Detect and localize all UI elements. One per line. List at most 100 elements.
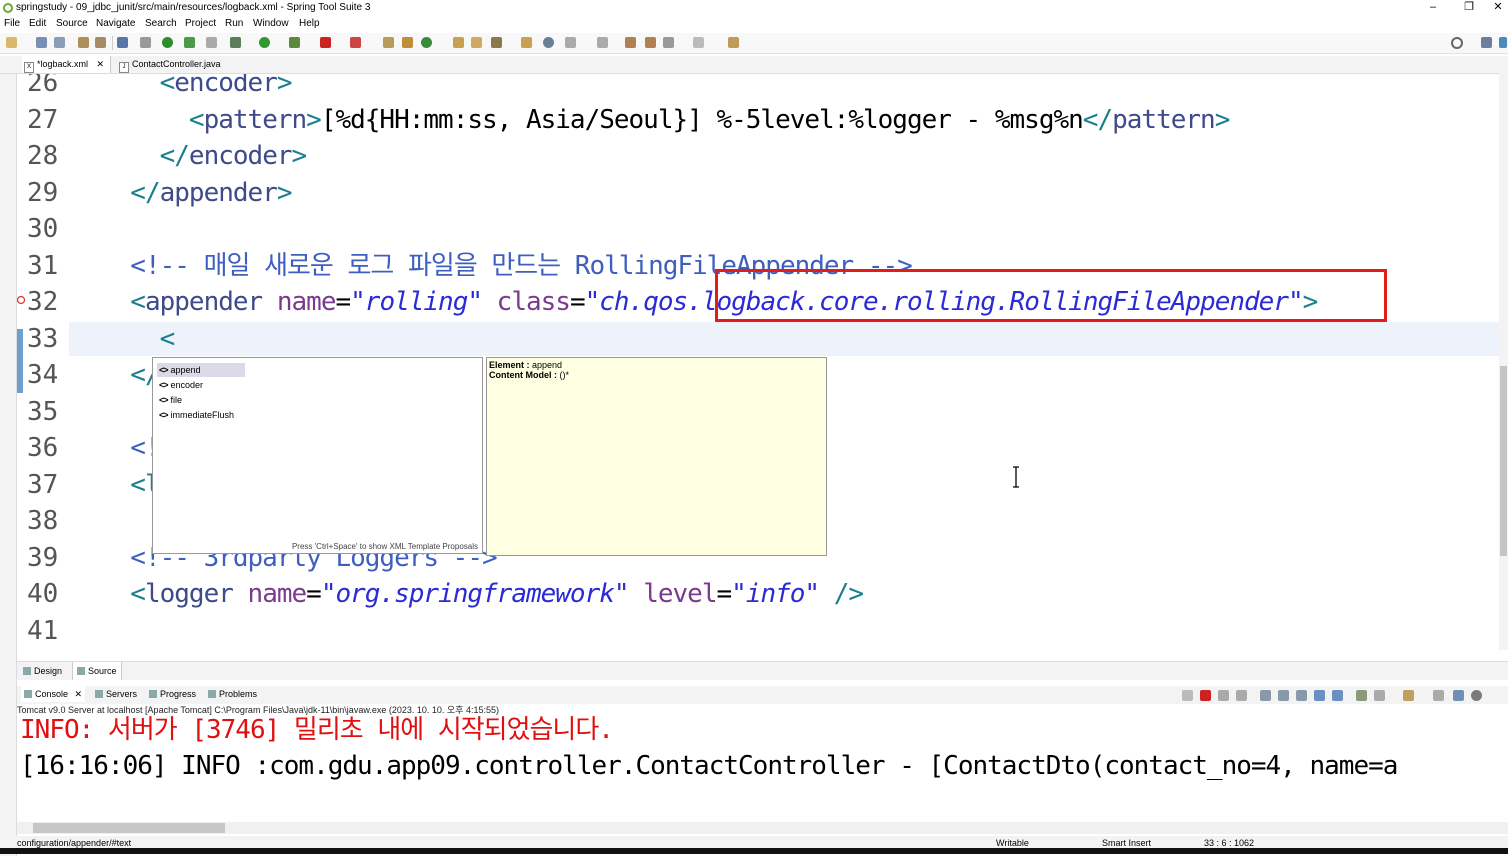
proposal-append[interactable]: <> append bbox=[157, 363, 245, 377]
clear-console-icon[interactable] bbox=[1260, 690, 1271, 701]
menu-help[interactable]: Help bbox=[299, 16, 320, 32]
taskbar-edge bbox=[0, 848, 1508, 854]
code-token: </ bbox=[101, 177, 160, 208]
code-token: encoder bbox=[174, 74, 278, 98]
vertical-scroll-thumb[interactable] bbox=[1500, 366, 1507, 556]
tab-progress[interactable]: Progress bbox=[149, 686, 196, 702]
start-server-icon[interactable] bbox=[162, 37, 173, 48]
tab-design[interactable]: Design bbox=[23, 662, 62, 680]
code-token: /> bbox=[819, 579, 864, 609]
open-console-icon[interactable] bbox=[1403, 690, 1414, 701]
forward-icon[interactable] bbox=[693, 37, 704, 48]
new-java-project-icon[interactable] bbox=[383, 37, 394, 48]
save-all-icon[interactable] bbox=[54, 37, 65, 48]
menu-project[interactable]: Project bbox=[185, 16, 216, 32]
open-folder-icon[interactable] bbox=[521, 37, 532, 48]
horizontal-scroll-thumb[interactable] bbox=[33, 823, 225, 833]
remove-launch-icon[interactable] bbox=[1218, 690, 1229, 701]
console-launch-info: Tomcat v9.0 Server at localhost [Apache … bbox=[17, 705, 499, 715]
menu-search[interactable]: Search bbox=[145, 16, 177, 32]
code-line: </appender> bbox=[101, 175, 292, 211]
search-icon[interactable] bbox=[1451, 37, 1463, 49]
open-task-icon[interactable] bbox=[471, 37, 482, 48]
open-type-icon[interactable] bbox=[453, 37, 464, 48]
console-tool-icon[interactable] bbox=[1182, 690, 1193, 701]
settings-gear-icon[interactable] bbox=[1471, 690, 1482, 701]
link-icon[interactable] bbox=[206, 37, 217, 48]
minimize-button[interactable]: – bbox=[1418, 0, 1448, 16]
new-icon[interactable] bbox=[6, 37, 17, 48]
open-perspective-icon[interactable] bbox=[1481, 37, 1492, 48]
problems-icon bbox=[208, 690, 216, 698]
code-line: <logger name="org.springframework" level… bbox=[101, 576, 864, 612]
proposal-file[interactable]: <> file bbox=[157, 393, 245, 407]
menu-source[interactable]: Source bbox=[56, 16, 88, 32]
menu-run[interactable]: Run bbox=[225, 16, 243, 32]
show-stderr-icon[interactable] bbox=[1332, 690, 1343, 701]
code-token: < bbox=[101, 74, 176, 98]
code-token: "info" bbox=[731, 579, 820, 609]
menu-window[interactable]: Window bbox=[253, 16, 289, 32]
menu-navigate[interactable]: Navigate bbox=[96, 16, 135, 32]
console-line-2: [16:16:06] INFO :com.gdu.app09.controlle… bbox=[20, 751, 1398, 781]
line-number: 41 bbox=[27, 615, 59, 646]
tab-servers[interactable]: Servers bbox=[95, 686, 137, 702]
external-tools-icon[interactable] bbox=[350, 37, 361, 48]
new-class-icon[interactable] bbox=[421, 37, 432, 48]
remove-all-icon[interactable] bbox=[1236, 690, 1247, 701]
prev-annotation-icon[interactable] bbox=[597, 37, 608, 48]
scroll-lock-icon[interactable] bbox=[1278, 690, 1289, 701]
new-package-icon[interactable] bbox=[402, 37, 413, 48]
tab-logback-xml[interactable]: X *logback.xml ✕ bbox=[22, 56, 112, 73]
close-console-icon[interactable]: ✕ bbox=[75, 689, 83, 699]
word-wrap-icon[interactable] bbox=[1296, 690, 1307, 701]
pin-editor-icon[interactable] bbox=[728, 37, 739, 48]
proposal-immediate-flush[interactable]: <> immediateFlush bbox=[157, 408, 245, 422]
tab-contact-controller[interactable]: J ContactController.java bbox=[115, 56, 225, 73]
last-edit-icon[interactable] bbox=[625, 37, 636, 48]
progress-icon bbox=[149, 690, 157, 698]
line-number: 28 bbox=[27, 141, 59, 171]
text-cursor-icon bbox=[1012, 466, 1020, 488]
terminal-icon[interactable] bbox=[117, 37, 128, 48]
perspective-icon[interactable] bbox=[1499, 37, 1507, 48]
forward-edit-icon[interactable] bbox=[645, 37, 656, 48]
debug-icon[interactable] bbox=[230, 37, 241, 48]
proposal-encoder[interactable]: <> encoder bbox=[157, 378, 245, 392]
tab-source[interactable]: Source bbox=[72, 662, 122, 680]
terminate-icon[interactable] bbox=[1200, 690, 1211, 701]
console-output[interactable]: INFO: 서버가 [3746] 밀리초 내에 시작되었습니다. [16:16:… bbox=[17, 716, 1508, 822]
display-console-icon[interactable] bbox=[1374, 690, 1385, 701]
print-icon[interactable] bbox=[78, 37, 89, 48]
tab-problems[interactable]: Problems bbox=[208, 686, 257, 702]
refresh-server-icon[interactable] bbox=[184, 37, 195, 48]
next-annotation-icon[interactable] bbox=[565, 37, 576, 48]
menu-file[interactable]: File bbox=[4, 16, 20, 32]
show-stdout-icon[interactable] bbox=[1314, 690, 1325, 701]
save-icon[interactable] bbox=[36, 37, 47, 48]
coverage-icon[interactable] bbox=[289, 37, 300, 48]
menu-edit[interactable]: Edit bbox=[29, 16, 46, 32]
run-icon[interactable] bbox=[259, 37, 270, 48]
properties-icon[interactable] bbox=[95, 37, 106, 48]
skip-breakpoints-icon[interactable] bbox=[140, 37, 151, 48]
vertical-scrollbar[interactable] bbox=[1499, 56, 1508, 650]
restore-button[interactable]: ❐ bbox=[1454, 0, 1484, 16]
close-window-button[interactable]: ✕ bbox=[1488, 0, 1508, 16]
line-number: 35 bbox=[27, 396, 59, 427]
horizontal-scrollbar[interactable] bbox=[17, 822, 1508, 834]
content-assist-popup: <> append <> encoder <> file <> immediateFlu… bbox=[152, 357, 483, 554]
search-tool-icon[interactable] bbox=[491, 37, 502, 48]
maximize-view-icon[interactable] bbox=[1453, 690, 1464, 701]
back-icon[interactable] bbox=[663, 37, 674, 48]
web-browser-icon[interactable] bbox=[543, 37, 554, 48]
pin-console-icon[interactable] bbox=[1356, 690, 1367, 701]
tab-label: *logback.xml bbox=[37, 59, 89, 69]
servers-icon bbox=[95, 690, 103, 698]
stop-icon[interactable] bbox=[320, 37, 331, 48]
tab-console[interactable]: Console ✕ bbox=[21, 686, 86, 702]
content-model-label: Content Model : bbox=[489, 370, 557, 380]
minimize-view-icon[interactable] bbox=[1433, 690, 1444, 701]
code-token: name bbox=[262, 287, 337, 317]
close-tab-icon[interactable]: ✕ bbox=[97, 59, 105, 69]
